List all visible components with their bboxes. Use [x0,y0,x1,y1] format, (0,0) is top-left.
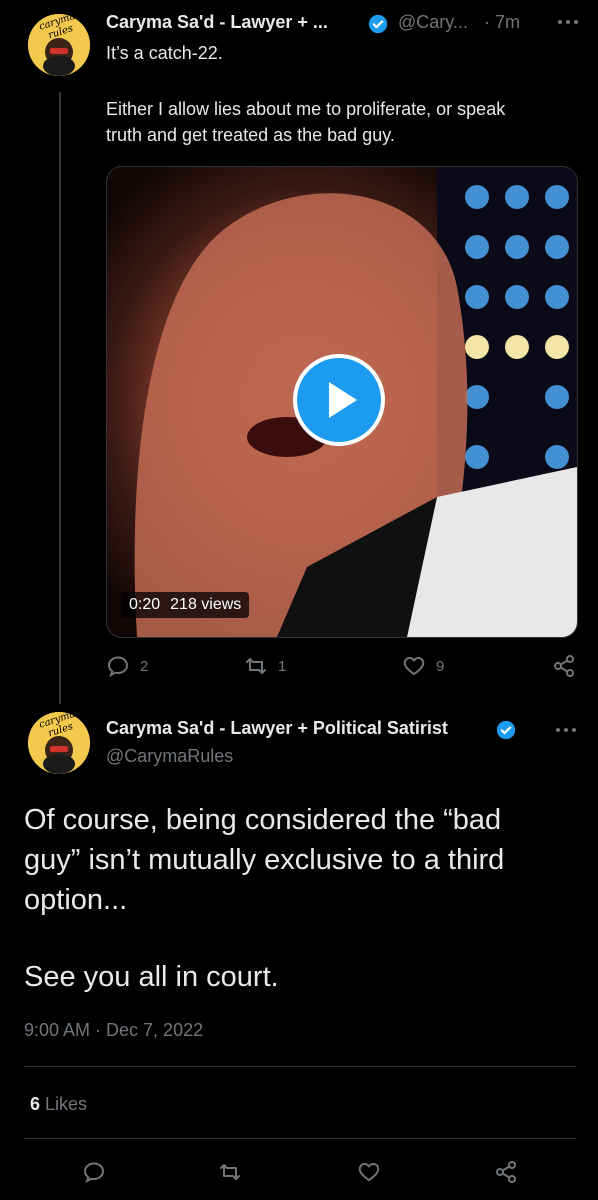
tweet1-text-line1: It’s a catch-22. [106,43,223,63]
tweet2-text-line2: guy” isn’t mutually exclusive to a third [24,844,505,876]
play-icon [329,382,357,418]
tweet2-timestamp[interactable]: 9:00 AM · Dec 7, 2022 [24,1020,203,1041]
likes-stat[interactable]: 6 Likes [30,1094,87,1115]
video-player[interactable]: 0:20 218 views [106,166,578,638]
more-icon[interactable] [556,14,580,30]
tweet2-text-line3: option... [24,884,128,916]
tweet1-time[interactable]: · 7m [484,12,520,33]
retweet-button[interactable]: 1 [244,654,286,678]
tweet1-handle[interactable]: @Cary... [398,12,468,33]
like-icon[interactable] [357,1160,381,1184]
reply-icon [107,656,129,678]
tweet2-actions [0,1158,598,1188]
tweet2-body: Of course, being considered the “bad guy… [24,800,584,997]
tweet2-text-line1: Of course, being considered the “bad [24,804,502,836]
likes-label: Likes [45,1094,88,1114]
video-duration: 0:20 [129,596,161,613]
video-duration-badge: 0:20 218 views [121,592,250,618]
divider [24,1066,576,1067]
tweet2-text-line4: See you all in court. [24,961,279,993]
tweet1-text-line3: truth and get treated as the bad guy. [106,125,395,145]
retweet-count: 1 [278,657,287,675]
verified-badge-icon [368,14,388,34]
divider [24,1138,576,1139]
like-icon [403,657,425,675]
like-count: 9 [436,657,445,675]
share-icon[interactable] [494,1160,518,1184]
tweet2-handle[interactable]: @CarymaRules [106,746,233,767]
like-button[interactable]: 9 [402,654,444,678]
video-views: 218 views [170,596,242,613]
share-icon[interactable] [552,654,576,678]
tweet1-text-line2: Either I allow lies about me to prolifer… [106,99,506,119]
likes-count: 6 [30,1094,41,1114]
reply-button[interactable]: 2 [106,654,148,678]
more-icon[interactable] [554,722,578,738]
reply-count: 2 [140,657,149,675]
verified-badge-icon [496,720,516,740]
retweet-icon [246,658,266,674]
tweet2-display-name[interactable]: Caryma Sa'd - Lawyer + Political Satiris… [106,718,448,739]
thread-line [59,92,61,704]
tweet1-display-name[interactable]: Caryma Sa'd - Lawyer + ... [106,12,328,33]
play-button[interactable] [293,354,385,446]
reply-icon[interactable] [82,1160,106,1184]
retweet-icon[interactable] [218,1160,242,1184]
tweet1-actions: 2 1 9 [106,654,576,682]
